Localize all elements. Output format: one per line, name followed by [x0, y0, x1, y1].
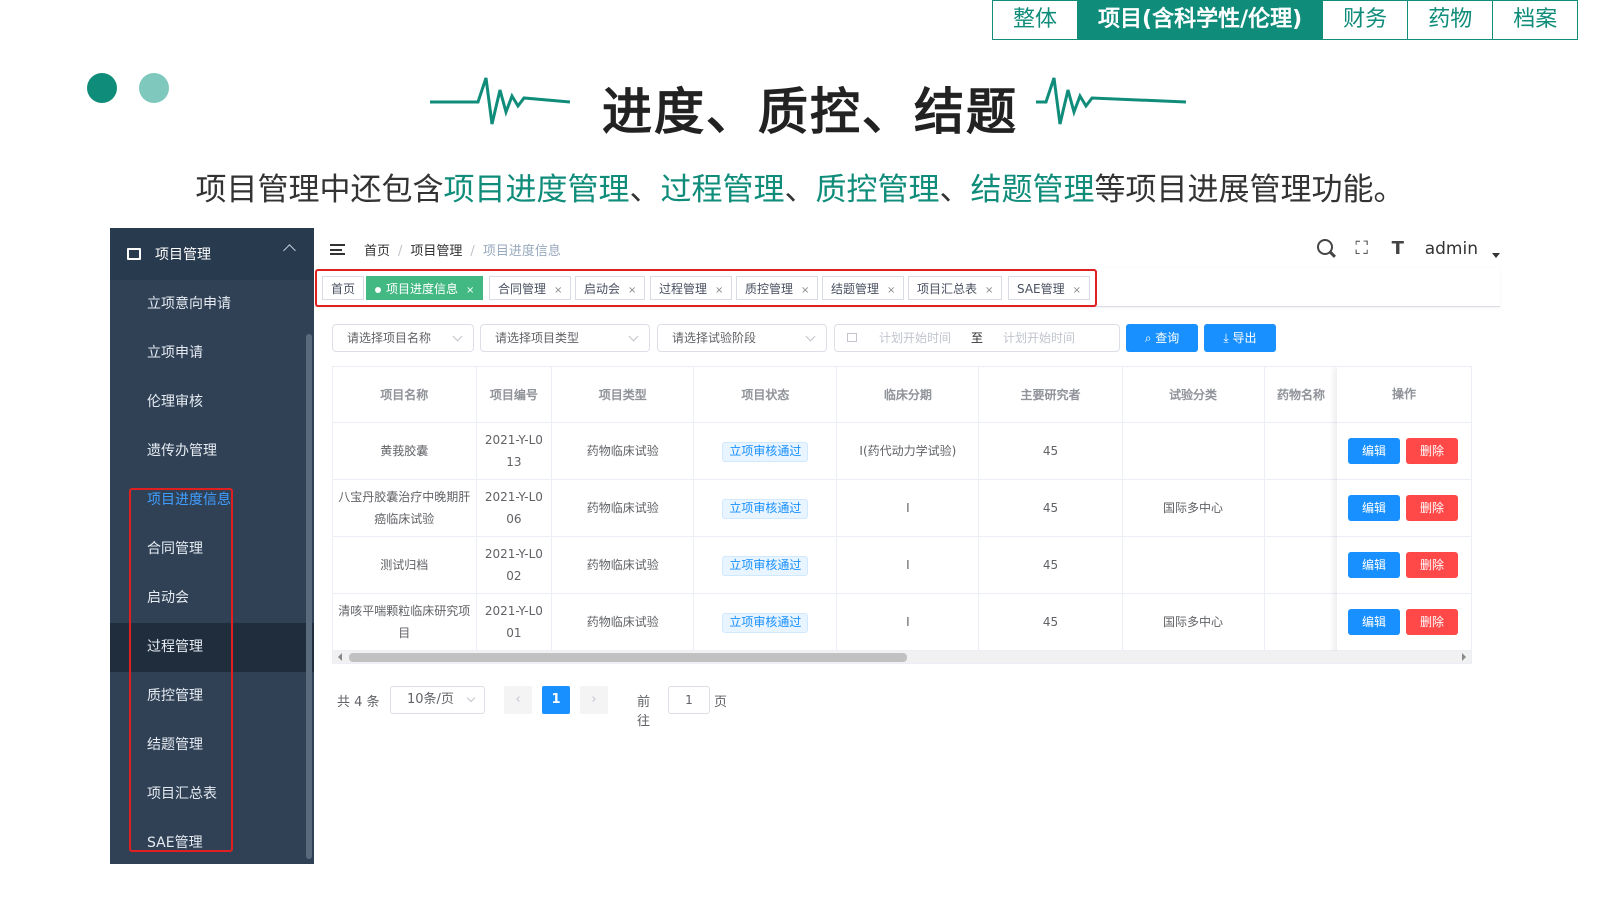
query-button[interactable]: ⌕ 查询: [1126, 324, 1198, 352]
decor-dot-dark: [87, 73, 117, 103]
next-page-button[interactable]: ›: [580, 686, 608, 714]
start-date-input[interactable]: 计划开始时间: [879, 325, 951, 351]
edit-button[interactable]: 编辑: [1348, 438, 1400, 464]
nav-tab-overall[interactable]: 整体: [993, 1, 1079, 39]
fullscreen-icon[interactable]: ⛶: [1349, 236, 1375, 262]
search-icon[interactable]: [1313, 236, 1339, 262]
font-size-icon[interactable]: T: [1385, 236, 1411, 262]
project-name-select[interactable]: 请选择项目名称: [332, 324, 474, 352]
table-row[interactable]: 八宝丹胶囊治疗中晚期肝癌临床试验 2021-Y-L0 06 药物临床试验 立项审核…: [333, 479, 1471, 537]
operation-row: 编辑 删除: [1337, 423, 1471, 480]
date-range-picker[interactable]: 计划开始时间 至 计划开始时间: [834, 324, 1120, 352]
column-header[interactable]: 临床分期: [836, 367, 980, 423]
delete-button[interactable]: 删除: [1406, 552, 1458, 578]
prev-page-button[interactable]: ‹: [504, 686, 532, 714]
page-jump-input[interactable]: 1: [668, 686, 710, 714]
user-name[interactable]: admin: [1425, 239, 1478, 259]
sidebar-menu-project-management[interactable]: 项目管理: [110, 228, 314, 280]
breadcrumb-project[interactable]: 项目管理: [410, 244, 462, 259]
project-table: 项目名称 项目编号 项目类型 项目状态 临床分期 主要研究者 试验分类 药物名称…: [332, 366, 1472, 664]
page-number-current[interactable]: 1: [542, 686, 570, 714]
horizontal-scrollbar[interactable]: [333, 651, 1471, 663]
total-count: 共 4 条: [337, 695, 380, 710]
goto-label: 前往: [637, 695, 651, 729]
delete-button[interactable]: 删除: [1406, 609, 1458, 635]
chevron-down-icon: [805, 331, 816, 342]
app-window: 项目管理 立项意向申请 立项申请 伦理审核 遗传办管理 项目进度信息 合同管理 …: [110, 228, 1500, 864]
column-header[interactable]: 药物名称: [1264, 367, 1339, 423]
delete-button[interactable]: 删除: [1406, 438, 1458, 464]
column-header[interactable]: 项目编号: [476, 367, 553, 423]
heading-block: 进度、质控、结题: [430, 66, 1186, 141]
sidebar: 项目管理 立项意向申请 立项申请 伦理审核 遗传办管理 项目进度信息 合同管理 …: [110, 228, 314, 864]
navbar: 首页 / 项目管理 / 项目进度信息 ⛶ T admin: [314, 228, 1500, 270]
highlight-box-tags: [315, 269, 1097, 307]
nav-tab-drug[interactable]: 药物: [1408, 1, 1494, 39]
sidebar-item-genetic[interactable]: 遗传办管理: [110, 427, 314, 476]
chevron-up-icon: [283, 244, 296, 257]
sidebar-scrollbar[interactable]: [306, 334, 312, 859]
column-header[interactable]: 项目状态: [693, 367, 838, 423]
status-badge: 立项审核通过: [722, 556, 809, 576]
delete-button[interactable]: 删除: [1406, 495, 1458, 521]
sidebar-title: 项目管理: [155, 247, 211, 263]
edit-button[interactable]: 编辑: [1348, 552, 1400, 578]
sidebar-item-intent-apply[interactable]: 立项意向申请: [110, 280, 314, 329]
edit-button[interactable]: 编辑: [1348, 609, 1400, 635]
status-badge: 立项审核通过: [722, 499, 809, 519]
scrollbar-thumb[interactable]: [349, 653, 907, 662]
nav-tab-archive[interactable]: 档案: [1493, 1, 1578, 39]
export-button[interactable]: ⤓ 导出: [1204, 324, 1276, 352]
breadcrumb-current: 项目进度信息: [482, 244, 561, 259]
column-header: 操作: [1337, 367, 1471, 423]
column-header[interactable]: 项目类型: [551, 367, 695, 423]
trial-phase-select[interactable]: 请选择试验阶段: [657, 324, 827, 352]
status-badge: 立项审核通过: [722, 613, 809, 633]
status-badge: 立项审核通过: [722, 442, 809, 462]
decor-dot-light: [139, 73, 169, 103]
page-title: 进度、质控、结题: [602, 83, 1018, 141]
scroll-left-icon[interactable]: [338, 653, 342, 661]
edit-button[interactable]: 编辑: [1348, 495, 1400, 521]
breadcrumb: 首页 / 项目管理 / 项目进度信息: [364, 244, 561, 259]
search-icon: ⌕: [1144, 331, 1156, 345]
page-label: 页: [714, 695, 728, 710]
nav-tab-project[interactable]: 项目(含科学性/伦理): [1078, 1, 1324, 39]
navbar-actions: ⛶ T admin: [1303, 236, 1500, 262]
chevron-down-icon: [628, 331, 639, 342]
table-row[interactable]: 测试归档 2021-Y-L0 02 药物临床试验 立项审核通过 I 45: [333, 536, 1471, 594]
page-size-select[interactable]: 10条/页: [390, 686, 485, 714]
table-row[interactable]: 黄莪胶囊 2021-Y-L0 13 药物临床试验 立项审核通过 I(药代动力学试验…: [333, 422, 1471, 480]
download-icon: ⤓: [1223, 331, 1233, 345]
description: 项目管理中还包含项目进度管理、过程管理、质控管理、结题管理等项目进展管理功能。: [195, 172, 1405, 208]
highlight-box-sidebar: [129, 488, 233, 852]
end-date-input[interactable]: 计划开始时间: [1003, 325, 1075, 351]
scroll-right-icon[interactable]: [1462, 653, 1466, 661]
table-header: 项目名称 项目编号 项目类型 项目状态 临床分期 主要研究者 试验分类 药物名称: [333, 367, 1471, 423]
project-type-select[interactable]: 请选择项目类型: [480, 324, 650, 352]
operation-row: 编辑 删除: [1337, 480, 1471, 537]
caret-down-icon[interactable]: [1492, 252, 1500, 258]
book-icon: [127, 248, 141, 260]
sidebar-item-apply[interactable]: 立项申请: [110, 329, 314, 378]
operation-column: 操作 编辑 删除 编辑 删除 编辑 删除 编辑 删除: [1337, 367, 1471, 653]
operation-row: 编辑 删除: [1337, 537, 1471, 594]
main-content: 首页 / 项目管理 / 项目进度信息 ⛶ T admin 首页 项目进度信息 × 合同管理…: [314, 228, 1500, 864]
nav-tab-finance[interactable]: 财务: [1323, 1, 1409, 39]
column-header[interactable]: 项目名称: [333, 367, 477, 423]
chevron-down-icon: [466, 693, 476, 703]
column-header[interactable]: 主要研究者: [978, 367, 1123, 423]
breadcrumb-home[interactable]: 首页: [364, 244, 390, 259]
calendar-icon: [847, 333, 857, 342]
hamburger-icon[interactable]: [330, 244, 345, 255]
top-nav: 整体 项目(含科学性/伦理) 财务 药物 档案: [992, 0, 1579, 40]
column-header[interactable]: 试验分类: [1122, 367, 1265, 423]
sidebar-item-ethics[interactable]: 伦理审核: [110, 378, 314, 427]
chevron-down-icon: [452, 331, 463, 342]
table-row[interactable]: 清咳平喘颗粒临床研究项目 2021-Y-L0 01 药物临床试验 立项审核通过 I…: [333, 593, 1471, 651]
operation-row: 编辑 删除: [1337, 594, 1471, 651]
